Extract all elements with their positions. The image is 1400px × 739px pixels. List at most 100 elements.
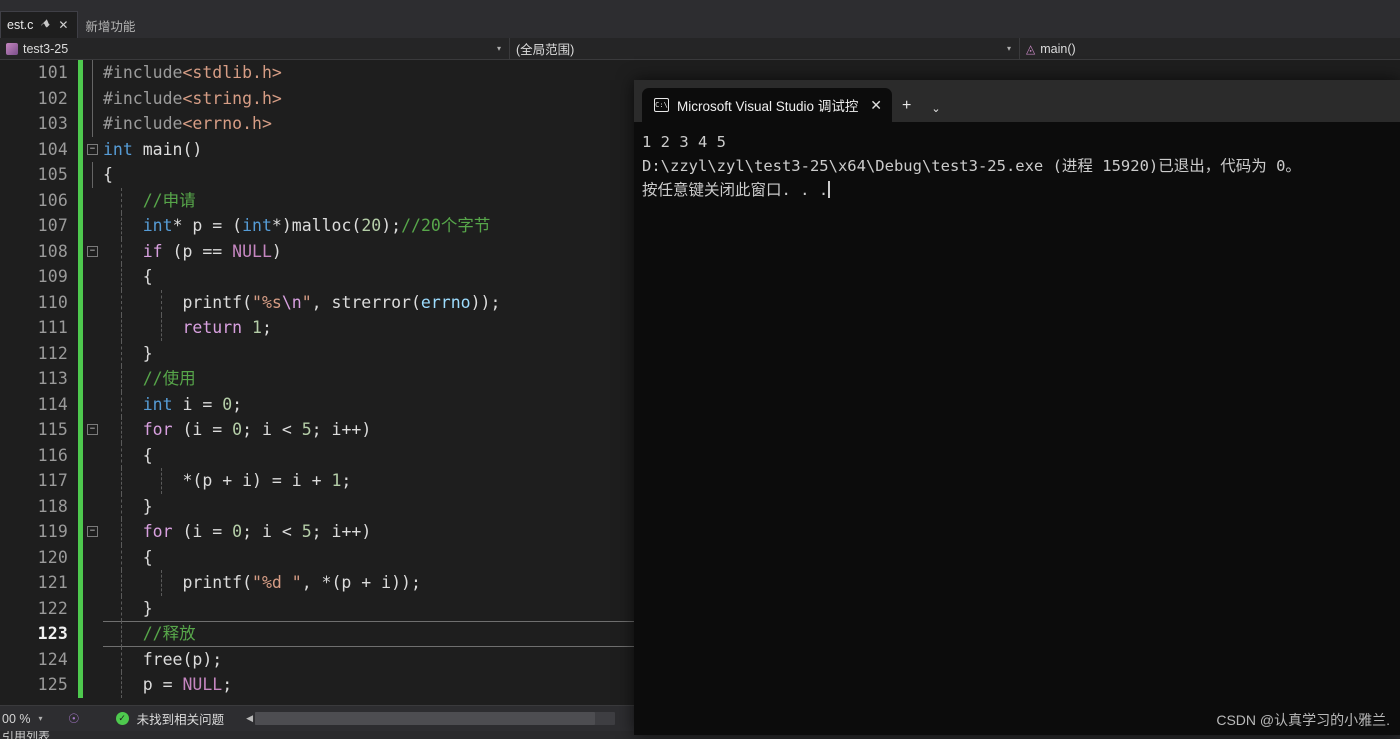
fold-column[interactable] (83, 621, 103, 647)
fold-column[interactable] (83, 162, 103, 188)
scrollbar-track[interactable] (255, 712, 616, 725)
line-number: 110 (37, 292, 68, 312)
indent-guide (121, 646, 122, 672)
code-text: return 1; (103, 315, 271, 341)
navbar-member-dropdown[interactable]: ◬ main() (1020, 38, 1400, 60)
fold-guide-line (92, 162, 93, 188)
indent-guide (121, 391, 122, 417)
code-token: ; i++) (311, 522, 372, 541)
scrollbar-thumb[interactable] (255, 712, 596, 725)
fold-column[interactable]: − (83, 519, 103, 545)
editor-tab-new-feature[interactable]: 新增功能 (78, 11, 145, 38)
debug-console-window[interactable]: C:\ Microsoft Visual Studio 调试控 ✕ + ⌄ 1 … (634, 80, 1400, 735)
console-line: D:\zzyl\zyl\test3-25\x64\Debug\test3-25.… (642, 157, 1301, 175)
code-text: //释放 (103, 621, 196, 647)
collapse-toggle-icon[interactable]: − (87, 424, 98, 435)
intellicode-icon[interactable]: ☉ (68, 711, 80, 727)
line-number: 107 (37, 216, 68, 236)
fold-column[interactable] (83, 647, 103, 673)
navbar-project-dropdown[interactable]: test3-25 ▾ (0, 37, 510, 60)
fold-column[interactable] (83, 570, 103, 596)
collapse-toggle-icon[interactable]: − (87, 526, 98, 537)
no-issues-check-icon: ✓ (115, 712, 129, 725)
fold-column[interactable] (83, 213, 103, 239)
indent-guide (121, 366, 122, 392)
console-output[interactable]: 1 2 3 4 5 D:\zzyl\zyl\test3-25\x64\Debug\… (634, 122, 1400, 202)
code-token: <string.h> (182, 88, 282, 108)
indent-guide (121, 187, 122, 213)
indent-guide (121, 544, 122, 570)
line-number: 111 (37, 318, 68, 338)
line-number: 114 (37, 394, 68, 414)
navbar-scope-dropdown[interactable]: (全局范围) ▾ (510, 37, 1020, 60)
code-text: } (103, 494, 153, 520)
fold-column[interactable] (83, 468, 103, 494)
fold-column[interactable] (83, 315, 103, 341)
code-token: return (182, 318, 243, 337)
fold-column[interactable] (83, 596, 103, 622)
fold-column[interactable]: − (83, 137, 103, 163)
indent-guide (121, 264, 122, 290)
fold-column[interactable] (83, 443, 103, 469)
console-tab[interactable]: C:\ Microsoft Visual Studio 调试控 ✕ (642, 88, 892, 122)
fold-column[interactable] (83, 392, 103, 418)
zoom-level-dropdown[interactable]: 00 % ▾ (0, 712, 64, 726)
code-token: , *(p + i)); (301, 573, 421, 592)
fold-column[interactable] (83, 366, 103, 392)
fold-column[interactable] (83, 188, 103, 214)
fold-column[interactable] (83, 111, 103, 137)
horizontal-scrollbar[interactable]: ◀ (246, 712, 616, 725)
fold-column[interactable] (83, 672, 103, 698)
code-token: ; i < (242, 522, 302, 541)
scroll-left-arrow-icon[interactable]: ◀ (246, 713, 253, 724)
editor-tab-test-c[interactable]: est.c ⚑ ✕ (0, 11, 79, 38)
collapse-toggle-icon[interactable]: − (87, 245, 98, 257)
code-text: printf("%d ", *(p + i)); (103, 570, 421, 596)
chevron-down-icon[interactable]: ⌄ (921, 102, 950, 115)
line-number: 116 (37, 445, 68, 465)
close-icon[interactable]: ✕ (57, 19, 69, 31)
code-token: //释放 (103, 624, 196, 643)
indent-guide (121, 493, 122, 519)
code-token: *)malloc( (271, 216, 362, 235)
line-number: 105 (37, 165, 68, 185)
indent-guide (161, 315, 162, 341)
code-token: int (142, 394, 173, 414)
line-number: 117 (37, 471, 68, 491)
fold-column[interactable]: − (83, 417, 103, 443)
fold-column[interactable] (83, 545, 103, 571)
fold-column[interactable] (83, 494, 103, 520)
bottom-clipped-label: 引用列表 (2, 731, 51, 739)
code-token: ); (381, 216, 402, 235)
status-message: 未找到相关问题 (136, 713, 225, 727)
code-token: (i = (172, 522, 233, 541)
fold-column[interactable] (83, 341, 103, 367)
fold-column[interactable] (83, 60, 103, 86)
fold-column[interactable] (83, 290, 103, 316)
fold-column[interactable]: − (83, 239, 103, 265)
code-token: 1 (331, 471, 342, 490)
line-number: 121 (37, 573, 68, 593)
code-text: p = NULL; (103, 672, 232, 698)
fold-column[interactable] (83, 264, 103, 290)
code-token: printf( (103, 292, 253, 312)
close-icon[interactable]: ✕ (870, 97, 882, 114)
pin-icon[interactable]: ⚑ (37, 17, 54, 34)
watermark: CSDN @认真学习的小雅兰. (1216, 712, 1390, 728)
code-token: { (103, 165, 113, 184)
code-text: } (103, 341, 153, 367)
line-number: 120 (37, 547, 68, 567)
code-token: 20 (361, 216, 382, 235)
new-tab-button[interactable]: + (892, 97, 921, 115)
fold-column[interactable] (83, 85, 103, 111)
collapse-toggle-icon[interactable]: − (87, 143, 98, 155)
code-token: main() (132, 139, 203, 159)
indent-guide (161, 570, 162, 596)
line-number: 108 (37, 241, 68, 261)
screenshot-root: est.c ⚑ ✕ 新增功能 test3-25 ▾ (全局范围) ▾ ◬ mai… (0, 0, 1400, 739)
code-text: *(p + i) = i + 1; (103, 468, 351, 494)
indent-guide (121, 238, 122, 264)
console-title-bar[interactable]: C:\ Microsoft Visual Studio 调试控 ✕ + ⌄ (634, 80, 1400, 122)
indent-guide (121, 442, 122, 468)
